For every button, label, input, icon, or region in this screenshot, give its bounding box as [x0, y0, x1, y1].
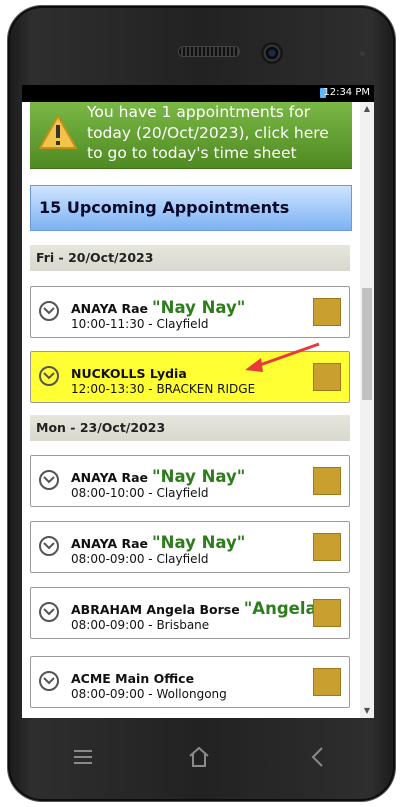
chevron-down-icon[interactable] [39, 301, 59, 321]
chevron-down-icon[interactable] [39, 366, 59, 386]
client-name: ANAYA Rae "Nay Nay" [71, 467, 246, 486]
client-nickname: "Nay Nay" [152, 298, 246, 317]
home-icon[interactable] [184, 742, 214, 772]
appointment-time-location: 08:00-09:00 - Clayfield [71, 552, 209, 566]
client-name: ABRAHAM Angela Borse "Angela" [71, 599, 326, 618]
status-swatch[interactable] [313, 599, 341, 627]
chevron-down-icon[interactable] [39, 671, 59, 691]
day-header: Fri - 20/Oct/2023 [30, 245, 350, 271]
app-screen: You have 1 appointments for today (20/Oc… [22, 102, 374, 718]
status-swatch[interactable] [313, 533, 341, 561]
scroll-content: You have 1 appointments for today (20/Oc… [22, 102, 360, 718]
back-icon[interactable] [303, 742, 333, 772]
client-nickname: "Nay Nay" [152, 533, 246, 552]
appointment-item[interactable]: ANAYA Rae "Nay Nay" 08:00-10:00 - Clayfie… [30, 455, 350, 507]
appointment-time-location: 12:00-13:30 - BRACKEN RIDGE [71, 382, 256, 396]
status-bar: 12:34 PM [22, 85, 374, 102]
vertical-scrollbar[interactable]: ▲ ▼ [360, 102, 374, 718]
appointment-item[interactable]: ANAYA Rae "Nay Nay" 08:00-09:00 - Clayfie… [30, 521, 350, 573]
sensor-dot [360, 51, 365, 56]
scroll-thumb[interactable] [362, 288, 372, 400]
upcoming-appointments-header: 15 Upcoming Appointments [30, 185, 352, 231]
client-name: ANAYA Rae "Nay Nay" [71, 298, 246, 317]
day-header: Mon - 23/Oct/2023 [30, 415, 350, 441]
chevron-down-icon[interactable] [39, 470, 59, 490]
camera-icon [261, 42, 283, 64]
status-swatch[interactable] [313, 298, 341, 326]
menu-icon[interactable] [68, 742, 98, 772]
chevron-down-icon[interactable] [39, 602, 59, 622]
speaker-grille [178, 46, 240, 57]
appointment-time-location: 08:00-09:00 - Brisbane [71, 618, 210, 632]
appointment-time-location: 08:00-10:00 - Clayfield [71, 486, 209, 500]
scroll-down-icon[interactable]: ▼ [360, 704, 374, 718]
client-name: ACME Main Office [71, 671, 195, 686]
client-name: NUCKOLLS Lydia [71, 366, 187, 381]
client-name: ANAYA Rae "Nay Nay" [71, 533, 246, 552]
today-timesheet-banner[interactable]: You have 1 appointments for today (20/Oc… [30, 102, 352, 169]
banner-message: You have 1 appointments for today (20/Oc… [87, 103, 329, 162]
scroll-up-icon[interactable]: ▲ [360, 102, 374, 116]
warning-icon [39, 115, 77, 149]
day-label: Mon - 23/Oct/2023 [36, 420, 166, 435]
appointment-time-location: 08:00-09:00 - Wollongong [71, 687, 227, 701]
appointment-item[interactable]: ANAYA Rae "Nay Nay" 10:00-11:30 - Clayfie… [30, 286, 350, 338]
chevron-down-icon[interactable] [39, 536, 59, 556]
appointment-item[interactable]: ABRAHAM Angela Borse "Angela" 08:00-09:00… [30, 587, 350, 639]
status-time: 12:34 PM [323, 87, 370, 98]
day-label: Fri - 20/Oct/2023 [36, 250, 154, 265]
status-swatch[interactable] [313, 668, 341, 696]
appointment-time-location: 10:00-11:30 - Clayfield [71, 317, 209, 331]
upcoming-title: 15 Upcoming Appointments [39, 198, 290, 217]
appointment-item[interactable]: ACME Main Office 08:00-09:00 - Wollongon… [30, 656, 350, 708]
annotation-arrow-icon [245, 342, 320, 372]
client-nickname: "Nay Nay" [152, 467, 246, 486]
status-swatch[interactable] [313, 467, 341, 495]
